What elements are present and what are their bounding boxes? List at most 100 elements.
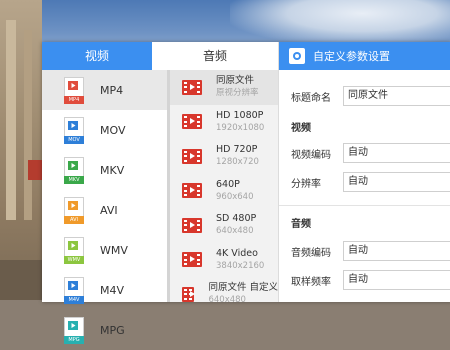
- settings-title: 自定义参数设置: [313, 50, 390, 63]
- section-divider: [279, 205, 450, 206]
- video-file-icon: MKV: [64, 156, 84, 184]
- preset-name: 4K Video: [216, 247, 258, 259]
- title-name-label: 标题命名: [291, 92, 331, 104]
- film-icon: [182, 114, 202, 130]
- format-item-mov[interactable]: MOV MOV: [42, 110, 167, 150]
- preset-list: 同原文件 原视分辨率 HD 1080P 1920x1080 HD 720P 1280x72…: [170, 70, 278, 305]
- audio-section-heading: 音频: [291, 219, 311, 230]
- format-item-mpg[interactable]: MPG MPG: [42, 310, 167, 350]
- audio-codec-label: 音频编码: [291, 247, 331, 259]
- tab-video[interactable]: 视频: [42, 42, 152, 70]
- format-label: WMV: [100, 243, 128, 257]
- settings-header: 自定义参数设置: [279, 42, 450, 70]
- title-name-field[interactable]: 同原文件: [343, 86, 450, 106]
- video-file-glyph: [68, 320, 78, 330]
- preset-text: HD 720P 1280x720: [216, 144, 259, 168]
- format-label: MOV: [100, 123, 126, 137]
- preset-text: 4K Video 3840x2160: [216, 248, 264, 272]
- resolution-select[interactable]: 自动: [343, 172, 450, 192]
- preset-item[interactable]: HD 1080P 1920x1080: [170, 105, 278, 140]
- preset-resolution: 640x480: [216, 226, 254, 237]
- format-list: MP4 MP4 MOV MOV MKV MKV AVI AVI WMV WMV M4V M4V MPG M…: [42, 70, 168, 344]
- preset-item[interactable]: 同原文件 原视分辨率: [170, 70, 278, 105]
- preset-text: 同原文件 原视分辨率: [216, 75, 259, 99]
- video-codec-row: 视频编码 自动: [291, 142, 450, 164]
- preset-item[interactable]: 同原文件 自定义 640x480: [170, 277, 278, 312]
- background-column: [6, 20, 16, 220]
- audio-codec-select[interactable]: 自动: [343, 241, 450, 261]
- preset-item[interactable]: SD 480P 640x480: [170, 208, 278, 243]
- preset-resolution: 3840x2160: [216, 260, 265, 271]
- format-tag: MKV: [64, 175, 84, 184]
- format-item-mp4[interactable]: MP4 MP4: [42, 70, 167, 110]
- background-detail: [28, 160, 42, 180]
- format-label: AVI: [100, 203, 118, 217]
- preset-text: 同原文件 自定义 640x480: [208, 282, 278, 306]
- video-file-glyph: [68, 240, 78, 250]
- video-file-glyph: [68, 200, 78, 210]
- video-file-glyph: [68, 80, 78, 90]
- background-column: [24, 30, 32, 220]
- preset-text: SD 480P 640x480: [216, 213, 256, 237]
- preset-resolution: 原视分辨率: [216, 88, 259, 99]
- video-file-icon: MP4: [64, 76, 84, 104]
- tab-audio[interactable]: 音频: [152, 42, 278, 70]
- preset-resolution: 640x480: [208, 295, 246, 306]
- preset-resolution: 960x640: [216, 191, 254, 202]
- format-tag: MPG: [64, 335, 84, 344]
- audio-codec-row: 音频编码 自动: [291, 240, 450, 262]
- format-tabs: 视频 音频: [42, 42, 278, 70]
- background-cloud: [230, 0, 450, 45]
- preset-text: HD 1080P 1920x1080: [216, 110, 264, 134]
- preset-text: 640P 960x640: [216, 179, 253, 203]
- resolution-row: 分辨率 自动: [291, 171, 450, 193]
- film-icon: [182, 148, 202, 164]
- format-label: MP4: [100, 83, 124, 97]
- format-tag: MP4: [64, 95, 84, 104]
- format-item-mkv[interactable]: MKV MKV: [42, 150, 167, 190]
- video-file-icon: M4V: [64, 276, 84, 304]
- preset-item[interactable]: HD 720P 1280x720: [170, 139, 278, 174]
- preset-name: 同原文件: [216, 75, 255, 87]
- preset-name: 同原文件 自定义: [208, 282, 278, 294]
- preset-resolution: 1920x1080: [216, 122, 265, 133]
- film-icon: [182, 183, 202, 199]
- film-icon: [182, 217, 202, 233]
- video-file-glyph: [68, 280, 78, 290]
- preset-name: HD 1080P: [216, 109, 264, 121]
- custom-settings-panel: 自定义参数设置 标题命名 同原文件 视频 视频编码 自动 分辨率 自动 音频 音…: [278, 42, 450, 302]
- format-tag: AVI: [64, 215, 84, 224]
- preset-name: HD 720P: [216, 144, 258, 156]
- title-name-row: 标题命名 同原文件: [291, 85, 450, 107]
- video-file-icon: WMV: [64, 236, 84, 264]
- format-settings-window: 视频 音频 MP4 MP4 MOV MOV MKV MKV AVI AVI WMV WMV M4V M…: [42, 42, 450, 344]
- preset-item[interactable]: 640P 960x640: [170, 174, 278, 209]
- format-item-wmv[interactable]: WMV WMV: [42, 230, 167, 270]
- format-label: MKV: [100, 163, 125, 177]
- resolution-label: 分辨率: [291, 178, 321, 190]
- preset-resolution: 1280x720: [216, 157, 259, 168]
- format-item-avi[interactable]: AVI AVI: [42, 190, 167, 230]
- sample-rate-row: 取样频率 自动: [291, 269, 450, 291]
- video-codec-select[interactable]: 自动: [343, 143, 450, 163]
- film-icon: [182, 252, 202, 268]
- sample-rate-select[interactable]: 自动: [343, 270, 450, 290]
- preset-name: SD 480P: [216, 213, 257, 225]
- format-item-m4v[interactable]: M4V M4V: [42, 270, 167, 310]
- format-label: MPG: [100, 323, 125, 337]
- video-file-icon: MOV: [64, 116, 84, 144]
- preset-name: 640P: [216, 178, 240, 190]
- video-codec-label: 视频编码: [291, 149, 331, 161]
- format-label: M4V: [100, 283, 125, 297]
- sample-rate-label: 取样频率: [291, 276, 331, 288]
- format-tag: MOV: [64, 135, 84, 144]
- settings-gear-icon: [289, 48, 305, 64]
- video-file-glyph: [68, 120, 78, 130]
- video-file-icon: MPG: [64, 316, 84, 344]
- format-tag: WMV: [64, 255, 84, 264]
- background-ground: [0, 260, 42, 300]
- preset-item[interactable]: 4K Video 3840x2160: [170, 243, 278, 278]
- video-file-glyph: [68, 160, 78, 170]
- film-icon: [182, 79, 202, 95]
- video-file-icon: AVI: [64, 196, 84, 224]
